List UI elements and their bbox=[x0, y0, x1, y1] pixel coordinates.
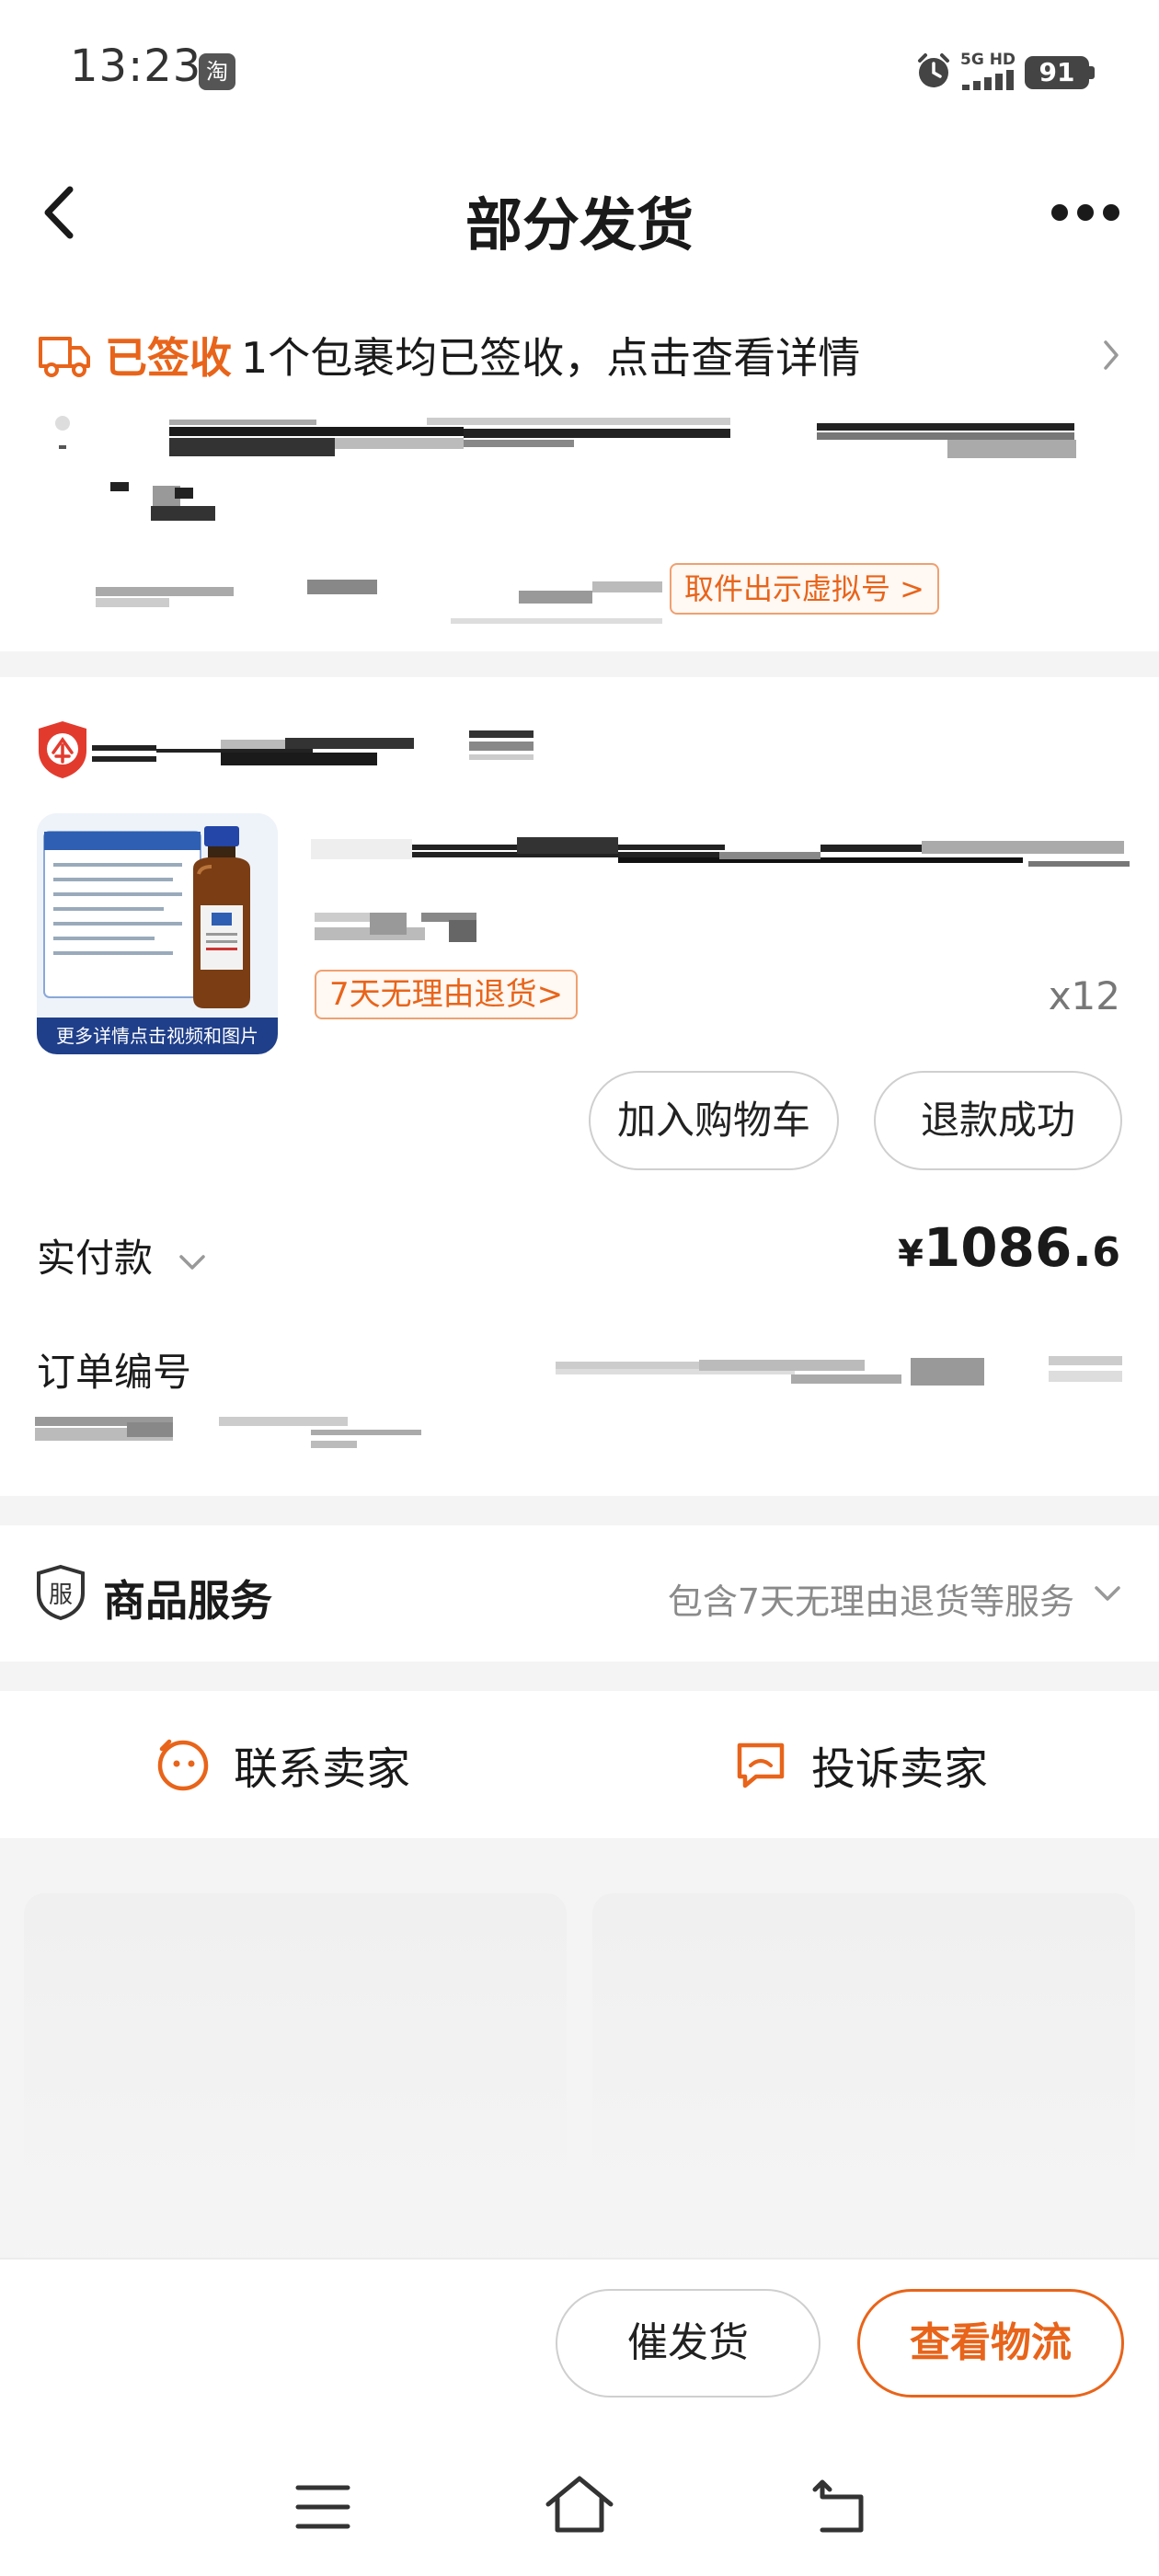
bottom-action-bar: 催发货 查看物流 bbox=[0, 2258, 1159, 2440]
chat-face-icon bbox=[157, 1739, 209, 1791]
contact-section: 联系卖家 投诉卖家 bbox=[0, 1691, 1159, 1838]
delivery-summary[interactable]: 已签收 1个包裹均已签收，点击查看详情 bbox=[37, 318, 860, 392]
menu-icon[interactable] bbox=[294, 2482, 351, 2532]
service-section[interactable]: 服 商品服务 包含7天无理由退货等服务 bbox=[0, 1525, 1159, 1662]
truck-icon bbox=[39, 337, 90, 377]
complain-seller-label: 投诉卖家 bbox=[811, 1743, 989, 1795]
order-number-label: 订单编号 bbox=[37, 1350, 192, 1395]
quantity: x12 bbox=[1048, 973, 1120, 1018]
currency-symbol: ¥ bbox=[898, 1233, 924, 1275]
pickup-code-button[interactable]: 取件出示虚拟号 > bbox=[670, 563, 939, 615]
enterprise-shield-icon bbox=[39, 721, 86, 778]
contact-seller-label: 联系卖家 bbox=[234, 1743, 411, 1795]
battery-tip bbox=[1089, 66, 1095, 79]
product-card: 更多详情点击视频和图片 7天无理由退货> x12 加入购物车 退款成功 实付款 … bbox=[0, 677, 1159, 1496]
product-image[interactable]: 更多详情点击视频和图片 bbox=[37, 813, 278, 1054]
complaint-bubble-icon bbox=[737, 1742, 785, 1788]
paid-integer: 1086. bbox=[923, 1216, 1093, 1279]
complain-seller-button[interactable]: 投诉卖家 bbox=[732, 1728, 988, 1801]
urge-shipment-button[interactable]: 催发货 bbox=[556, 2289, 820, 2398]
paid-decimal: 6 bbox=[1092, 1229, 1120, 1276]
chevron-right-icon[interactable] bbox=[1100, 337, 1122, 374]
redacted-product-title bbox=[311, 837, 1130, 942]
system-nav-bar bbox=[0, 2440, 1159, 2576]
back-icon[interactable] bbox=[809, 2477, 870, 2537]
chevron-down-icon bbox=[1095, 1586, 1120, 1601]
contact-seller-button[interactable]: 联系卖家 bbox=[155, 1728, 410, 1801]
paid-label[interactable]: 实付款 bbox=[37, 1227, 211, 1283]
redacted-shop-name bbox=[92, 730, 534, 765]
thumb-caption: 更多详情点击视频和图片 bbox=[56, 1025, 258, 1047]
status-bar: 13:23 淘 5G HD 91 bbox=[0, 0, 1159, 138]
service-badge-text: 服 bbox=[49, 1581, 73, 1609]
page-title: 部分发货 bbox=[465, 191, 694, 259]
delivery-summary-text: 1个包裹均已签收，点击查看详情 bbox=[241, 333, 861, 383]
refund-success-button[interactable]: 退款成功 bbox=[874, 1071, 1122, 1170]
signal-icon bbox=[962, 70, 1014, 90]
alarm-icon bbox=[918, 53, 949, 87]
taobao-notification-icon: 淘 bbox=[199, 53, 235, 90]
nav-bar: 部分发货 bbox=[0, 138, 1159, 285]
add-to-cart-button[interactable]: 加入购物车 bbox=[589, 1071, 839, 1170]
more-dots-icon[interactable] bbox=[1049, 199, 1122, 226]
paid-amount: ¥1086.6 bbox=[898, 1216, 1120, 1279]
paid-label-text: 实付款 bbox=[37, 1236, 154, 1281]
home-icon[interactable] bbox=[543, 2473, 616, 2537]
service-title: 商品服务 bbox=[103, 1576, 272, 1626]
return-policy-tag[interactable]: 7天无理由退货> bbox=[315, 970, 579, 1019]
battery-indicator: 91 bbox=[1025, 56, 1089, 89]
clock: 13:23 bbox=[70, 40, 202, 92]
service-description: 包含7天无理由退货等服务 bbox=[667, 1581, 1074, 1622]
redacted-address bbox=[55, 416, 1076, 624]
network-label: 5G HD bbox=[960, 51, 1016, 69]
delivery-card[interactable]: 已签收 1个包裹均已签收，点击查看详情 取件出示虚拟号 > bbox=[0, 285, 1159, 651]
chevron-down-icon bbox=[179, 1254, 206, 1270]
service-shield-icon: 服 bbox=[37, 1564, 85, 1621]
delivery-status: 已签收 bbox=[105, 333, 232, 383]
view-logistics-button[interactable]: 查看物流 bbox=[857, 2289, 1124, 2398]
redacted-order-number-2 bbox=[35, 1417, 421, 1448]
redacted-order-number[interactable] bbox=[552, 1352, 1124, 1389]
